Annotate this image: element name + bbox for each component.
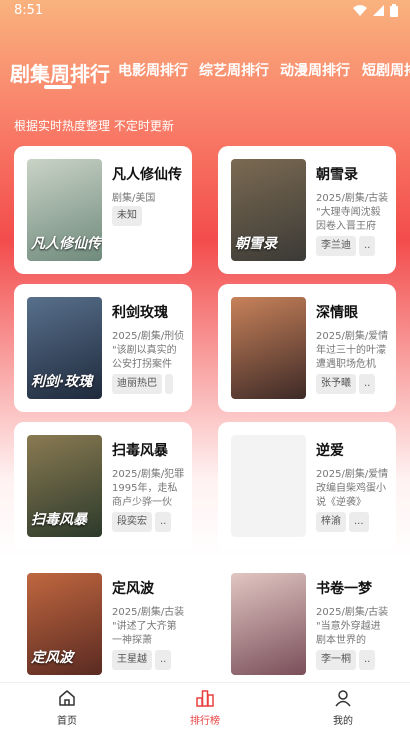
card-tag[interactable]: 梓渝 bbox=[316, 512, 346, 532]
bottom-navigation: 首页 排行榜 我的 bbox=[0, 682, 410, 730]
tab-short-drama-weekly[interactable]: 短剧周排行 bbox=[362, 60, 410, 80]
card-meta: 2025/剧集/古装 bbox=[316, 607, 389, 618]
card-description: 年过三十的叶濛遭遇职场危机 bbox=[316, 345, 386, 370]
status-time: 8:51 bbox=[14, 3, 44, 18]
ranking-card[interactable]: 朝雪录 朝雪录 2025/剧集/古装 "大理寺闻沈毅因卷入晋王府 李兰迪 .. bbox=[218, 146, 396, 274]
card-meta: 2025/剧集/爱情 bbox=[316, 469, 389, 480]
card-tag[interactable]: 未知 bbox=[112, 206, 142, 226]
status-bar: 8:51 bbox=[0, 0, 410, 24]
tab-variety-weekly[interactable]: 综艺周排行 bbox=[199, 60, 269, 80]
poster-image: 扫毒风暴 bbox=[27, 435, 102, 537]
card-tag-more[interactable] bbox=[165, 374, 173, 394]
ranking-card[interactable]: 书卷一梦 2025/剧集/古装 "当意外穿越进剧本世界的 李一桐 .. bbox=[218, 560, 396, 682]
card-meta: 2025/剧集/犯罪 bbox=[112, 469, 185, 480]
home-icon bbox=[59, 690, 75, 706]
card-meta: 2025/剧集/古装 bbox=[112, 607, 185, 618]
card-meta: 2025/剧集/刑侦 bbox=[112, 331, 185, 342]
card-title: 逆爱 bbox=[316, 443, 344, 459]
poster-image: 凡人修仙传 bbox=[27, 159, 102, 261]
poster-image bbox=[231, 297, 306, 399]
card-title: 凡人修仙传 bbox=[112, 167, 182, 183]
card-tag-more[interactable]: ... bbox=[349, 512, 369, 532]
nav-home-label: 首页 bbox=[57, 716, 77, 727]
card-tags: 王星越 .. bbox=[112, 650, 172, 670]
card-title: 定风波 bbox=[112, 581, 154, 597]
ranking-tabs: 剧集周排行 电影周排行 综艺周排行 动漫周排行 短剧周排行 bbox=[0, 52, 410, 96]
poster-title-text: 利剑·玫瑰 bbox=[31, 374, 93, 390]
ranking-card[interactable]: 逆爱 2025/剧集/爱情 改编自柴鸡蛋小说《逆袭》 梓渝 ... bbox=[218, 422, 396, 550]
wifi-icon bbox=[353, 5, 367, 16]
card-meta: 2025/剧集/爱情 bbox=[316, 331, 389, 342]
card-tag-more[interactable]: .. bbox=[155, 512, 172, 532]
battery-icon bbox=[390, 4, 398, 17]
tab-anime-weekly[interactable]: 动漫周排行 bbox=[280, 60, 350, 80]
card-tag[interactable]: 王星越 bbox=[112, 650, 152, 670]
card-tags: 段奕宏 .. bbox=[112, 512, 172, 532]
tab-movie-weekly[interactable]: 电影周排行 bbox=[118, 60, 188, 80]
card-tag[interactable]: 段奕宏 bbox=[112, 512, 152, 532]
poster-image: 定风波 bbox=[27, 573, 102, 675]
poster-title-text: 凡人修仙传 bbox=[31, 236, 101, 252]
card-description: 1995年，走私商卢少骅一伙 bbox=[112, 483, 178, 508]
ranking-card[interactable]: 深情眼 2025/剧集/爱情 年过三十的叶濛遭遇职场危机 张予曦 .. bbox=[218, 284, 396, 412]
card-title: 深情眼 bbox=[316, 305, 358, 321]
card-meta: 剧集/美国 bbox=[112, 193, 156, 204]
ranking-card[interactable]: 利剑·玫瑰 利剑玫瑰 2025/剧集/刑侦 "该剧以真实的公安打拐案件 迪丽热巴 bbox=[14, 284, 192, 412]
active-tab-indicator bbox=[44, 85, 72, 89]
ranking-subtitle: 根据实时热度整理 不定时更新 bbox=[14, 119, 174, 133]
poster-image: 朝雪录 bbox=[231, 159, 306, 261]
card-title: 利剑玫瑰 bbox=[112, 305, 168, 321]
card-description: "讲述了大齐第一神探萧 bbox=[112, 621, 177, 646]
ranking-icon bbox=[196, 690, 214, 707]
tab-tv-weekly[interactable]: 剧集周排行 bbox=[10, 58, 110, 87]
nav-home[interactable]: 首页 bbox=[32, 689, 102, 727]
card-meta: 2025/剧集/古装 bbox=[316, 193, 389, 204]
card-description: "该剧以真实的公安打拐案件 bbox=[112, 345, 177, 370]
ranking-card[interactable]: 扫毒风暴 扫毒风暴 2025/剧集/犯罪 1995年，走私商卢少骅一伙 段奕宏 … bbox=[14, 422, 192, 550]
ranking-card[interactable]: 凡人修仙传 凡人修仙传 剧集/美国 未知 bbox=[14, 146, 192, 274]
card-tag[interactable]: 张予曦 bbox=[316, 374, 356, 394]
poster-title-text: 定风波 bbox=[31, 650, 73, 666]
card-description: "大理寺闻沈毅因卷入晋王府 bbox=[316, 207, 381, 232]
card-tags: 梓渝 ... bbox=[316, 512, 369, 532]
card-tags: 李一桐 .. bbox=[316, 650, 376, 670]
card-title: 书卷一梦 bbox=[316, 581, 372, 597]
card-description: "当意外穿越进剧本世界的 bbox=[316, 621, 381, 646]
poster-image-placeholder bbox=[231, 435, 306, 537]
ranking-grid: 凡人修仙传 凡人修仙传 剧集/美国 未知 朝雪录 朝雪录 2025/剧集/古装 … bbox=[0, 144, 410, 682]
nav-ranking-label: 排行榜 bbox=[190, 716, 220, 727]
card-description: 改编自柴鸡蛋小说《逆袭》 bbox=[316, 483, 386, 508]
card-tags: 张予曦 .. bbox=[316, 374, 376, 394]
card-tag[interactable]: 李兰迪 bbox=[316, 236, 356, 256]
poster-title-text: 扫毒风暴 bbox=[31, 512, 87, 528]
profile-icon bbox=[335, 690, 351, 707]
status-icons bbox=[353, 4, 398, 17]
card-tags: 迪丽热巴 bbox=[112, 374, 173, 394]
card-tag[interactable]: 李一桐 bbox=[316, 650, 356, 670]
card-tag-more[interactable]: .. bbox=[359, 650, 376, 670]
card-tag-more[interactable]: .. bbox=[155, 650, 172, 670]
poster-title-text: 朝雪录 bbox=[235, 236, 277, 252]
ranking-card[interactable]: 定风波 定风波 2025/剧集/古装 "讲述了大齐第一神探萧 王星越 .. bbox=[14, 560, 192, 682]
poster-image bbox=[231, 573, 306, 675]
nav-ranking[interactable]: 排行榜 bbox=[170, 689, 240, 727]
nav-profile[interactable]: 我的 bbox=[308, 689, 378, 727]
poster-image: 利剑·玫瑰 bbox=[27, 297, 102, 399]
signal-icon bbox=[373, 5, 384, 16]
card-title: 朝雪录 bbox=[316, 167, 358, 183]
card-tag-more[interactable]: .. bbox=[359, 236, 376, 256]
card-tag[interactable]: 迪丽热巴 bbox=[112, 374, 162, 394]
card-tags: 李兰迪 .. bbox=[316, 236, 376, 256]
card-title: 扫毒风暴 bbox=[112, 443, 168, 459]
nav-profile-label: 我的 bbox=[333, 716, 353, 727]
card-tag-more[interactable]: .. bbox=[359, 374, 376, 394]
